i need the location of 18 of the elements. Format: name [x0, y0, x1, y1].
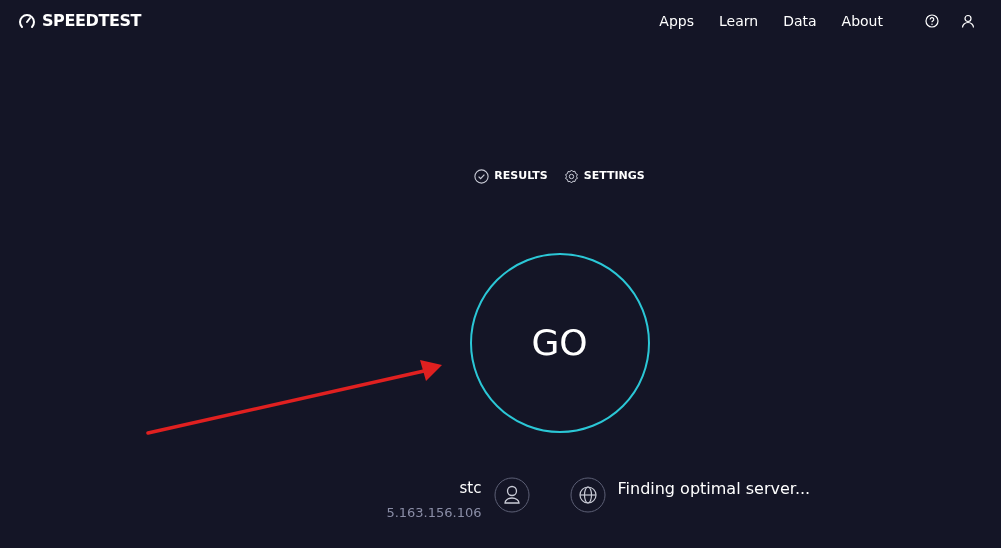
nav-link[interactable]: Apps — [659, 10, 694, 32]
check-circle-icon — [474, 168, 490, 184]
user-icon[interactable] — [961, 14, 975, 28]
ip-address: 5.163.156.106 — [386, 504, 482, 522]
gauge-icon — [18, 12, 36, 30]
settings-link[interactable]: SETTINGS — [583, 168, 645, 185]
nav-link[interactable]: Learn — [719, 10, 759, 32]
nav-link[interactable]: About — [841, 10, 883, 32]
user-icon — [493, 476, 530, 513]
results-link[interactable]: RESULTS — [494, 168, 548, 185]
isp-name: stc — [459, 477, 482, 499]
nav-link[interactable]: Data — [783, 10, 817, 32]
globe-icon — [569, 476, 606, 513]
help-icon[interactable] — [925, 14, 939, 28]
logo-text[interactable]: SPEEDTEST — [42, 9, 142, 33]
server-status: Finding optimal server... — [617, 477, 811, 500]
go-button[interactable]: GO — [469, 252, 650, 433]
settings-icon — [563, 168, 579, 184]
